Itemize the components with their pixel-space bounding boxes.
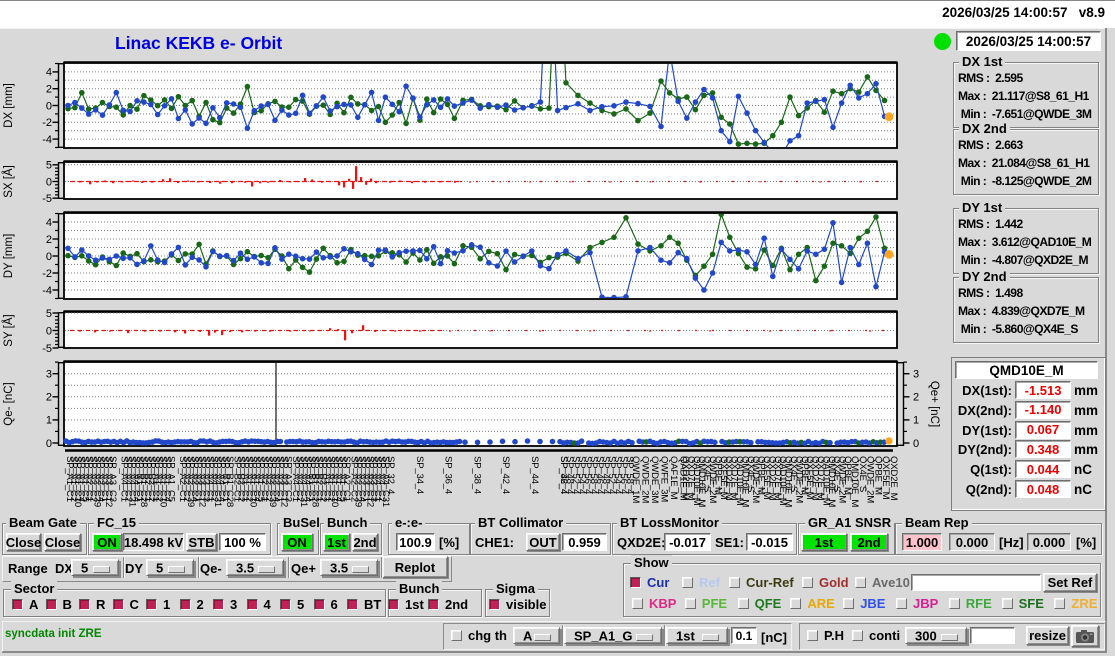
svg-text:3: 3 [913, 369, 919, 381]
svg-text:2: 2 [46, 234, 52, 246]
svg-text:SY [Å]: SY [Å] [2, 314, 15, 346]
svg-text:-5: -5 [42, 193, 52, 205]
svg-text:1: 1 [46, 415, 52, 427]
svg-text:2: 2 [46, 392, 52, 404]
svg-text:QWDE_2M: QWDE_2M [640, 456, 651, 503]
svg-text:DX [mm]: DX [mm] [3, 83, 15, 128]
svg-text:SP_34_4: SP_34_4 [414, 456, 425, 495]
svg-text:SP_36_4: SP_36_4 [443, 456, 454, 495]
svg-text:2: 2 [46, 84, 52, 96]
svg-text:2: 2 [913, 392, 919, 404]
svg-text:SP_A1_C5: SP_A1_C5 [165, 456, 176, 502]
svg-text:SP_A3_C3: SP_A3_C3 [107, 456, 118, 502]
svg-text:SP_42_4: SP_42_4 [500, 456, 511, 495]
svg-text:0: 0 [46, 176, 52, 188]
svg-text:SX [Å]: SX [Å] [2, 165, 15, 198]
svg-text:Qe+ [nC]: Qe+ [nC] [928, 381, 940, 427]
svg-text:-2: -2 [42, 268, 52, 280]
svg-text:5: 5 [46, 308, 52, 320]
svg-text:-5: -5 [42, 343, 52, 355]
svg-text:SP_38_4: SP_38_4 [471, 456, 482, 495]
svg-text:0: 0 [46, 325, 52, 337]
svg-text:4: 4 [46, 67, 52, 79]
svg-text:SP_32_4: SP_32_4 [385, 456, 396, 495]
svg-text:-4: -4 [42, 285, 52, 297]
svg-text:Qe- [nC]: Qe- [nC] [3, 382, 15, 425]
svg-text:0: 0 [913, 438, 919, 450]
svg-text:0: 0 [46, 251, 52, 263]
svg-text:1: 1 [913, 415, 919, 427]
svg-text:QWDE_3M: QWDE_3M [649, 456, 660, 503]
svg-text:SP_44_4: SP_44_4 [529, 456, 540, 495]
svg-text:5: 5 [46, 160, 52, 172]
svg-text:4: 4 [46, 217, 52, 229]
svg-text:0: 0 [46, 100, 52, 112]
svg-text:-2: -2 [42, 117, 52, 129]
svg-text:0: 0 [46, 438, 52, 450]
svg-text:-4: -4 [42, 134, 52, 146]
svg-text:QXD2E_M: QXD2E_M [888, 456, 899, 501]
svg-text:DY [mm]: DY [mm] [3, 234, 15, 279]
svg-text:3: 3 [46, 369, 52, 381]
svg-text:QWDE_1M: QWDE_1M [630, 456, 641, 503]
svg-text:QAF1E_M: QAF1E_M [668, 456, 679, 500]
svg-text:QWFE_3M: QWFE_3M [659, 456, 670, 502]
